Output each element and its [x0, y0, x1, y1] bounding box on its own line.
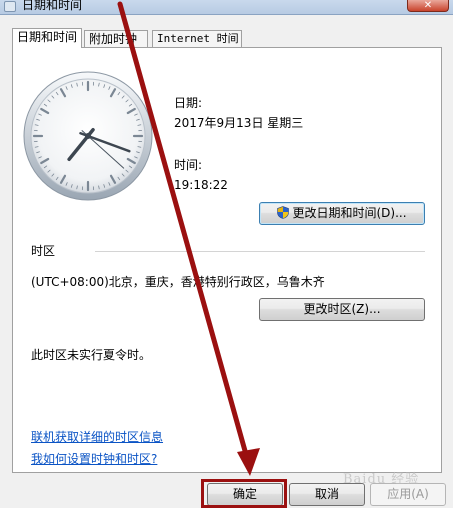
time-label: 时间:	[174, 158, 203, 172]
uac-shield-icon	[277, 206, 290, 219]
how-to-set-clock-link[interactable]: 我如何设置时钟和时区?	[31, 450, 157, 467]
time-value: 19:18:22	[174, 178, 228, 192]
window-title: 日期和时间	[22, 0, 83, 12]
change-date-time-button[interactable]: 更改日期和时间(D)...	[259, 202, 425, 225]
clock-app-icon	[4, 1, 16, 12]
date-value: 2017年9月13日 星期三	[174, 116, 304, 130]
timezone-info-link[interactable]: 联机获取详细的时区信息	[31, 428, 163, 445]
tab-internet-time[interactable]: Internet 时间	[152, 30, 242, 47]
analog-clock	[23, 71, 153, 201]
ok-button-highlight	[201, 479, 287, 508]
tab-date-time[interactable]: 日期和时间	[12, 28, 82, 48]
change-timezone-button[interactable]: 更改时区(Z)...	[259, 298, 425, 321]
tab-additional-clocks[interactable]: 附加时钟	[84, 30, 148, 47]
close-button[interactable]: ✕	[407, 0, 449, 12]
watermark: Baidu 经验	[343, 472, 420, 487]
change-date-time-label: 更改日期和时间(D)...	[292, 206, 407, 220]
date-label: 日期:	[174, 96, 203, 110]
dst-note: 此时区未实行夏令时。	[31, 348, 152, 362]
timezone-header: 时区	[31, 244, 56, 258]
section-divider	[95, 251, 425, 252]
title-bar: 日期和时间 ✕	[0, 0, 453, 15]
timezone-value: (UTC+08:00)北京，重庆，香港特别行政区，乌鲁木齐	[31, 275, 325, 289]
